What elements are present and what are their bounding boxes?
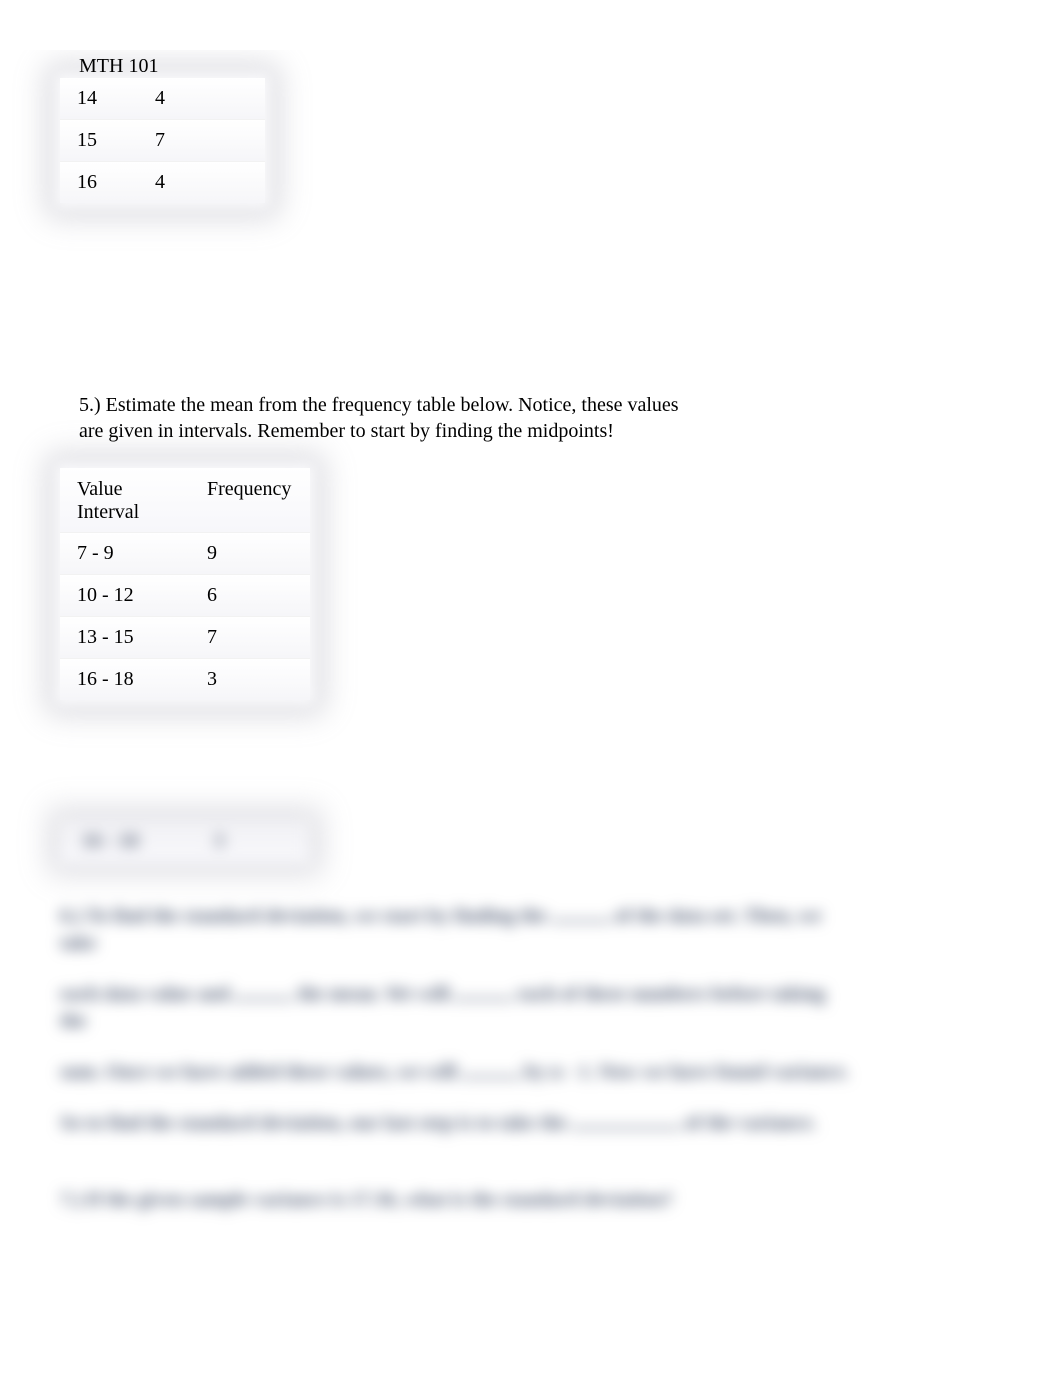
frequency-table-2: Value Interval Frequency 7 - 9 9 10 - 12… <box>60 468 310 700</box>
frequency-cell: 4 <box>138 162 265 203</box>
course-header: MTH 101 <box>79 55 158 78</box>
table-row: 15 7 <box>60 120 265 162</box>
blurred-preview-section: 16 - 18 3 6.) To find the standard devia… <box>60 820 860 1238</box>
interval-cell: 7 - 9 <box>60 533 190 575</box>
interval-cell: 10 - 12 <box>60 575 190 617</box>
interval-cell: 13 - 15 <box>60 617 190 659</box>
frequency-cell: 6 <box>190 575 310 617</box>
table-row: 16 4 <box>60 162 265 203</box>
question-5-text: 5.) Estimate the mean from the frequency… <box>79 392 699 444</box>
frequency-cell: 7 <box>190 617 310 659</box>
blurred-paragraph: So to find the standard deviation, our l… <box>60 1110 850 1137</box>
blurred-paragraph: 7.) If the given sample variance is 17.3… <box>60 1187 850 1214</box>
table-row: 16 - 18 3 <box>60 659 310 700</box>
value-cell: 14 <box>60 78 138 120</box>
blurred-paragraph: 6.) To find the standard deviation, we s… <box>60 903 850 957</box>
header-value-interval: Value Interval <box>60 468 190 533</box>
blurred-table-row: 16 - 18 3 <box>60 820 310 863</box>
frequency-cell: 3 <box>190 659 310 700</box>
frequency-cell: 9 <box>190 533 310 575</box>
table-row: 7 - 9 9 <box>60 533 310 575</box>
frequency-cell: 7 <box>138 120 265 162</box>
table-row: 13 - 15 7 <box>60 617 310 659</box>
blurred-paragraph: sum. Once we have added these values, we… <box>60 1059 850 1086</box>
table-row: 10 - 12 6 <box>60 575 310 617</box>
table-header-row: Value Interval Frequency <box>60 468 310 533</box>
table-row: 14 4 <box>60 78 265 120</box>
frequency-table-1: 14 4 15 7 16 4 <box>60 78 265 203</box>
fade-overlay <box>0 1196 1062 1376</box>
frequency-cell: 4 <box>138 78 265 120</box>
value-cell: 16 <box>60 162 138 203</box>
blurred-paragraph: each data value andthe mean. We willeach… <box>60 981 850 1035</box>
interval-cell: 16 - 18 <box>60 659 190 700</box>
value-cell: 15 <box>60 120 138 162</box>
header-frequency: Frequency <box>190 468 310 533</box>
